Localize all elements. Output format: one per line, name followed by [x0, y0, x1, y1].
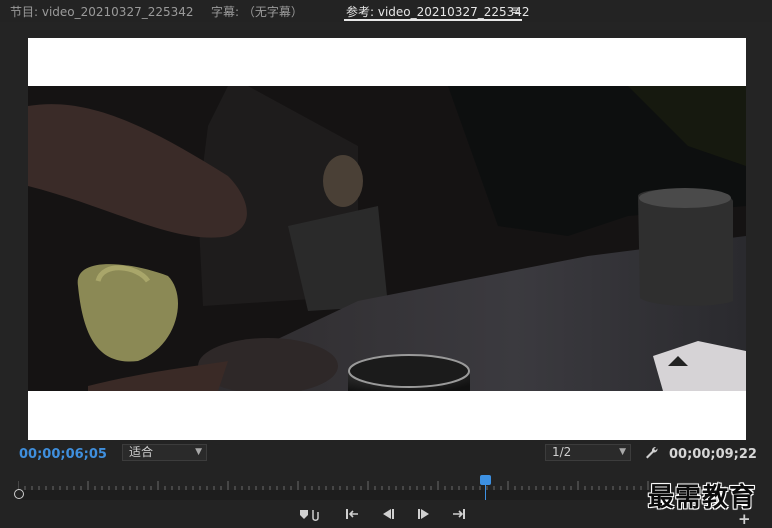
chevron-down-icon: ▼: [195, 447, 202, 457]
video-scene: [28, 86, 746, 391]
monitor-panel: [0, 22, 772, 441]
tab-captions[interactable]: 字幕: （无字幕）: [211, 3, 303, 20]
chevron-down-icon: ▼: [619, 447, 626, 457]
active-tab-indicator: [344, 19, 522, 21]
step-forward-frame-icon[interactable]: [416, 508, 432, 524]
tab-reference[interactable]: 参考: video_20210327_225342: [346, 3, 530, 20]
resolution-dropdown[interactable]: 1/2 ▼: [545, 444, 631, 461]
step-back-frame-icon[interactable]: [380, 508, 396, 524]
wrench-icon[interactable]: [644, 445, 658, 463]
tab-program[interactable]: 节目: video_20210327_225342: [10, 3, 194, 20]
resolution-dropdown-value: 1/2: [552, 445, 572, 459]
in-point-marker[interactable]: [14, 489, 24, 499]
monitor-controls: 00;00;06;05 适合 ▼ 1/2 ▼ 00;00;09;22: [0, 440, 772, 470]
fit-dropdown-value: 适合: [129, 445, 154, 459]
tab-bar: 节目: video_20210327_225342 字幕: （无字幕） 参考: …: [0, 0, 772, 22]
fit-dropdown[interactable]: 适合 ▼: [122, 444, 207, 461]
playhead-line: [485, 484, 486, 500]
hamburger-icon[interactable]: ≡: [511, 3, 521, 17]
step-back-to-in-icon[interactable]: [345, 508, 361, 524]
ruler-track[interactable]: [18, 490, 753, 500]
current-timecode[interactable]: 00;00;06;05: [19, 447, 107, 462]
step-to-out-icon[interactable]: [451, 508, 467, 524]
duration-timecode: 00;00;09;22: [669, 447, 757, 462]
watermark-logo: 最需教育: [648, 483, 757, 513]
video-frame: [28, 38, 746, 441]
video-image: [28, 86, 746, 391]
add-marker-icon[interactable]: [299, 508, 321, 526]
